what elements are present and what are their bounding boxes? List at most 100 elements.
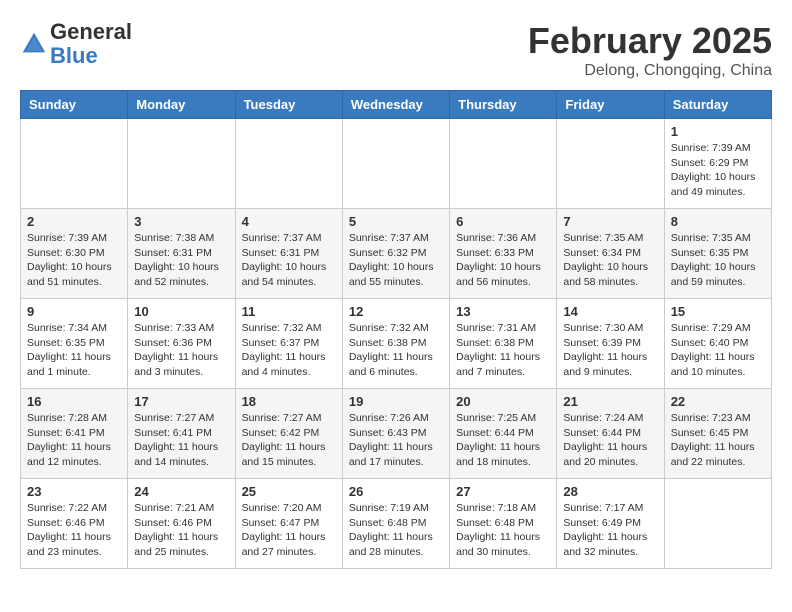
weekday-friday: Friday xyxy=(557,91,664,119)
calendar-cell: 18 Sunrise: 7:27 AM Sunset: 6:42 PM Dayli… xyxy=(235,389,342,479)
day-info: Sunrise: 7:28 AM Sunset: 6:41 PM Dayligh… xyxy=(27,411,121,470)
calendar-cell: 7 Sunrise: 7:35 AM Sunset: 6:34 PM Daylig… xyxy=(557,209,664,299)
calendar-cell: 1 Sunrise: 7:39 AM Sunset: 6:29 PM Daylig… xyxy=(664,119,771,209)
day-info: Sunrise: 7:29 AM Sunset: 6:40 PM Dayligh… xyxy=(671,321,765,380)
page-header: General Blue February 2025 Delong, Chong… xyxy=(20,20,772,80)
day-info: Sunrise: 7:17 AM Sunset: 6:49 PM Dayligh… xyxy=(563,501,657,560)
day-number: 11 xyxy=(242,304,336,319)
day-info: Sunrise: 7:20 AM Sunset: 6:47 PM Dayligh… xyxy=(242,501,336,560)
day-info: Sunrise: 7:19 AM Sunset: 6:48 PM Dayligh… xyxy=(349,501,443,560)
day-number: 4 xyxy=(242,214,336,229)
day-number: 10 xyxy=(134,304,228,319)
calendar-cell: 13 Sunrise: 7:31 AM Sunset: 6:38 PM Dayli… xyxy=(450,299,557,389)
calendar-week-5: 23 Sunrise: 7:22 AM Sunset: 6:46 PM Dayli… xyxy=(21,479,772,569)
day-info: Sunrise: 7:30 AM Sunset: 6:39 PM Dayligh… xyxy=(563,321,657,380)
calendar-cell xyxy=(128,119,235,209)
day-number: 17 xyxy=(134,394,228,409)
day-info: Sunrise: 7:18 AM Sunset: 6:48 PM Dayligh… xyxy=(456,501,550,560)
calendar-cell: 6Sunrise: 7:36 AM Sunset: 6:33 PM Daylig… xyxy=(450,209,557,299)
title-block: February 2025 Delong, Chongqing, China xyxy=(528,20,772,80)
calendar-cell: 19 Sunrise: 7:26 AM Sunset: 6:43 PM Dayli… xyxy=(342,389,449,479)
day-number: 15 xyxy=(671,304,765,319)
calendar-cell: 10 Sunrise: 7:33 AM Sunset: 6:36 PM Dayli… xyxy=(128,299,235,389)
day-info: Sunrise: 7:27 AM Sunset: 6:42 PM Dayligh… xyxy=(242,411,336,470)
day-number: 13 xyxy=(456,304,550,319)
day-info: Sunrise: 7:38 AM Sunset: 6:31 PM Dayligh… xyxy=(134,231,228,290)
weekday-tuesday: Tuesday xyxy=(235,91,342,119)
day-info: Sunrise: 7:27 AM Sunset: 6:41 PM Dayligh… xyxy=(134,411,228,470)
day-info: Sunrise: 7:31 AM Sunset: 6:38 PM Dayligh… xyxy=(456,321,550,380)
calendar-cell: 26 Sunrise: 7:19 AM Sunset: 6:48 PM Dayli… xyxy=(342,479,449,569)
day-info: Sunrise: 7:37 AM Sunset: 6:32 PM Dayligh… xyxy=(349,231,443,290)
day-number: 21 xyxy=(563,394,657,409)
weekday-monday: Monday xyxy=(128,91,235,119)
calendar-cell: 11 Sunrise: 7:32 AM Sunset: 6:37 PM Dayli… xyxy=(235,299,342,389)
day-info: Sunrise: 7:25 AM Sunset: 6:44 PM Dayligh… xyxy=(456,411,550,470)
day-info: Sunrise: 7:21 AM Sunset: 6:46 PM Dayligh… xyxy=(134,501,228,560)
calendar-cell: 22 Sunrise: 7:23 AM Sunset: 6:45 PM Dayli… xyxy=(664,389,771,479)
calendar-week-3: 9 Sunrise: 7:34 AM Sunset: 6:35 PM Daylig… xyxy=(21,299,772,389)
day-info: Sunrise: 7:32 AM Sunset: 6:37 PM Dayligh… xyxy=(242,321,336,380)
weekday-sunday: Sunday xyxy=(21,91,128,119)
day-info: Sunrise: 7:37 AM Sunset: 6:31 PM Dayligh… xyxy=(242,231,336,290)
day-info: Sunrise: 7:24 AM Sunset: 6:44 PM Dayligh… xyxy=(563,411,657,470)
day-number: 16 xyxy=(27,394,121,409)
calendar-cell xyxy=(235,119,342,209)
day-info: Sunrise: 7:39 AM Sunset: 6:30 PM Dayligh… xyxy=(27,231,121,290)
calendar-cell xyxy=(342,119,449,209)
day-info: Sunrise: 7:34 AM Sunset: 6:35 PM Dayligh… xyxy=(27,321,121,380)
calendar-cell xyxy=(450,119,557,209)
day-info: Sunrise: 7:23 AM Sunset: 6:45 PM Dayligh… xyxy=(671,411,765,470)
calendar-cell: 5Sunrise: 7:37 AM Sunset: 6:32 PM Daylig… xyxy=(342,209,449,299)
calendar-cell: 15 Sunrise: 7:29 AM Sunset: 6:40 PM Dayli… xyxy=(664,299,771,389)
day-number: 14 xyxy=(563,304,657,319)
day-number: 9 xyxy=(27,304,121,319)
day-number: 18 xyxy=(242,394,336,409)
day-number: 6 xyxy=(456,214,550,229)
weekday-saturday: Saturday xyxy=(664,91,771,119)
day-number: 26 xyxy=(349,484,443,499)
day-info: Sunrise: 7:35 AM Sunset: 6:35 PM Dayligh… xyxy=(671,231,765,290)
day-info: Sunrise: 7:22 AM Sunset: 6:46 PM Dayligh… xyxy=(27,501,121,560)
day-info: Sunrise: 7:39 AM Sunset: 6:29 PM Dayligh… xyxy=(671,141,765,200)
calendar-cell: 24 Sunrise: 7:21 AM Sunset: 6:46 PM Dayli… xyxy=(128,479,235,569)
calendar-cell xyxy=(557,119,664,209)
day-info: Sunrise: 7:33 AM Sunset: 6:36 PM Dayligh… xyxy=(134,321,228,380)
day-number: 27 xyxy=(456,484,550,499)
logo: General Blue xyxy=(20,20,132,68)
calendar-cell: 9 Sunrise: 7:34 AM Sunset: 6:35 PM Daylig… xyxy=(21,299,128,389)
weekday-wednesday: Wednesday xyxy=(342,91,449,119)
calendar-cell: 4 Sunrise: 7:37 AM Sunset: 6:31 PM Daylig… xyxy=(235,209,342,299)
day-number: 19 xyxy=(349,394,443,409)
day-number: 28 xyxy=(563,484,657,499)
logo-text: General Blue xyxy=(50,20,132,68)
day-number: 24 xyxy=(134,484,228,499)
calendar-week-2: 2 Sunrise: 7:39 AM Sunset: 6:30 PM Daylig… xyxy=(21,209,772,299)
calendar-cell: 16 Sunrise: 7:28 AM Sunset: 6:41 PM Dayli… xyxy=(21,389,128,479)
weekday-thursday: Thursday xyxy=(450,91,557,119)
calendar-cell: 21 Sunrise: 7:24 AM Sunset: 6:44 PM Dayli… xyxy=(557,389,664,479)
day-info: Sunrise: 7:32 AM Sunset: 6:38 PM Dayligh… xyxy=(349,321,443,380)
logo-icon xyxy=(20,30,48,58)
day-number: 3 xyxy=(134,214,228,229)
calendar-cell: 23 Sunrise: 7:22 AM Sunset: 6:46 PM Dayli… xyxy=(21,479,128,569)
calendar-week-1: 1 Sunrise: 7:39 AM Sunset: 6:29 PM Daylig… xyxy=(21,119,772,209)
location: Delong, Chongqing, China xyxy=(528,62,772,80)
calendar-week-4: 16 Sunrise: 7:28 AM Sunset: 6:41 PM Dayli… xyxy=(21,389,772,479)
day-info: Sunrise: 7:26 AM Sunset: 6:43 PM Dayligh… xyxy=(349,411,443,470)
day-info: Sunrise: 7:35 AM Sunset: 6:34 PM Dayligh… xyxy=(563,231,657,290)
day-number: 23 xyxy=(27,484,121,499)
calendar-cell: 8 Sunrise: 7:35 AM Sunset: 6:35 PM Daylig… xyxy=(664,209,771,299)
calendar-cell: 28 Sunrise: 7:17 AM Sunset: 6:49 PM Dayli… xyxy=(557,479,664,569)
day-number: 7 xyxy=(563,214,657,229)
calendar-cell: 2 Sunrise: 7:39 AM Sunset: 6:30 PM Daylig… xyxy=(21,209,128,299)
day-number: 1 xyxy=(671,124,765,139)
calendar-cell: 3 Sunrise: 7:38 AM Sunset: 6:31 PM Daylig… xyxy=(128,209,235,299)
calendar-cell xyxy=(664,479,771,569)
day-number: 8 xyxy=(671,214,765,229)
calendar-cell: 12Sunrise: 7:32 AM Sunset: 6:38 PM Dayli… xyxy=(342,299,449,389)
day-number: 2 xyxy=(27,214,121,229)
day-number: 25 xyxy=(242,484,336,499)
day-number: 22 xyxy=(671,394,765,409)
month-title: February 2025 xyxy=(528,20,772,62)
